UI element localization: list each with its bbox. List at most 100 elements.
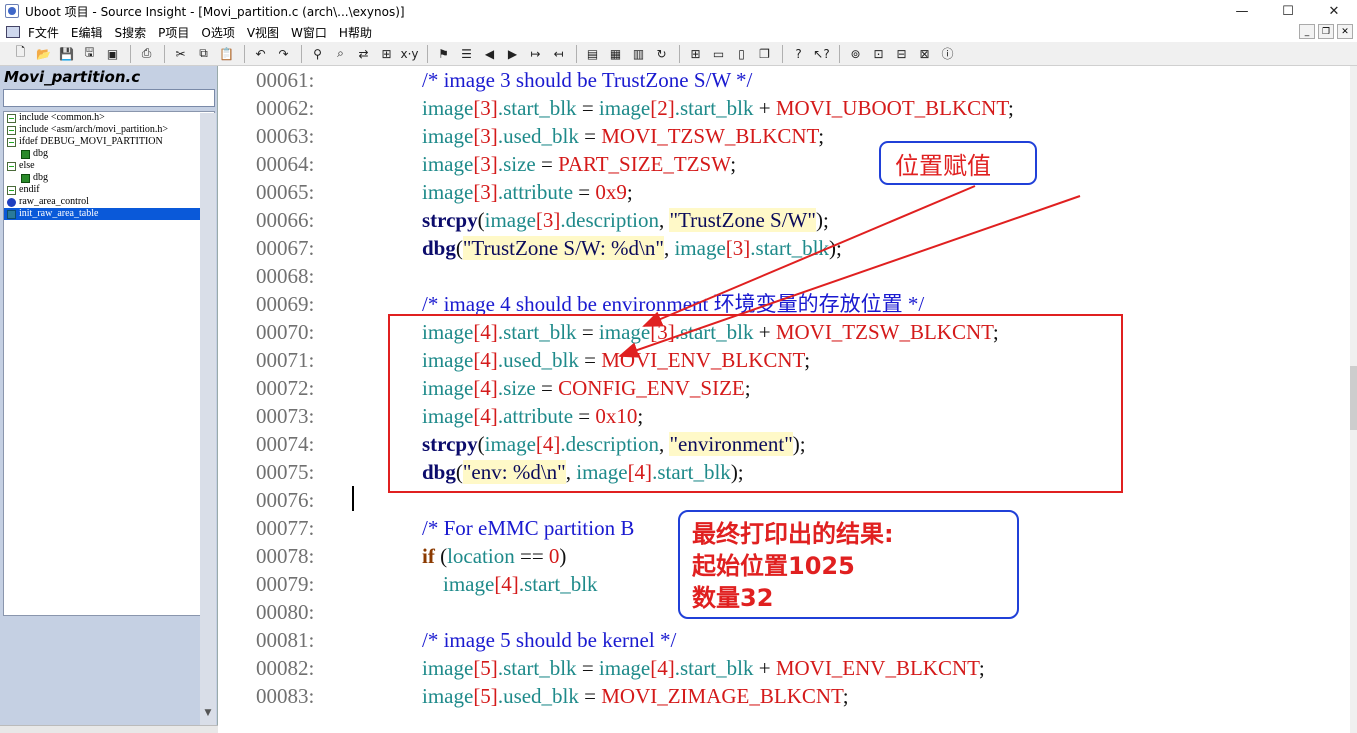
symbol-list-item[interactable]: include <asm/arch/movi_partition.h> xyxy=(4,124,214,136)
selection-margin[interactable] xyxy=(219,66,252,733)
code-token: image xyxy=(598,96,651,120)
maximize-button[interactable]: ☐ xyxy=(1265,0,1311,22)
code-token: .start_blk xyxy=(750,236,830,260)
code-token: .used_blk xyxy=(497,684,579,708)
code-line[interactable]: 00082: image[5].start_blk = image[4].sta… xyxy=(256,654,1350,682)
menu-window[interactable]: W窗口 xyxy=(291,24,327,41)
menu-options[interactable]: O选项 xyxy=(201,24,234,41)
menu-help[interactable]: H帮助 xyxy=(339,24,372,41)
code-line[interactable]: 00081: /* image 5 should be kernel */ xyxy=(256,626,1350,654)
symbol-list-item[interactable]: include <common.h> xyxy=(4,112,214,124)
replace-icon[interactable]: ⇄ xyxy=(353,45,374,63)
code-line[interactable]: 00061: /* image 3 should be TrustZone S/… xyxy=(256,66,1350,94)
line-number: 00082: xyxy=(256,656,315,680)
code-token: , xyxy=(663,236,675,260)
symbol-label: raw_area_control xyxy=(19,196,89,207)
code-line[interactable]: 00083: image[5].used_blk = MOVI_ZIMAGE_B… xyxy=(256,682,1350,710)
window-title: Uboot 项目 - Source Insight - [Movi_partit… xyxy=(25,4,405,19)
code-line[interactable]: 00064: image[3].size = PART_SIZE_TZSW; xyxy=(256,150,1350,178)
print-icon[interactable]: ⎙ xyxy=(136,45,157,63)
doc-close-button[interactable]: ✕ xyxy=(1337,24,1353,39)
code-line[interactable]: 00063: image[3].used_blk = MOVI_TZSW_BLK… xyxy=(256,122,1350,150)
context-icon[interactable]: ▦ xyxy=(605,45,626,63)
symbol-list-item[interactable]: raw_area_control xyxy=(4,196,214,208)
redo-icon[interactable]: ↷ xyxy=(273,45,294,63)
bookmark-list-icon[interactable]: ☰ xyxy=(456,45,477,63)
symbol-list-item[interactable]: dbg xyxy=(4,148,214,160)
xref-icon[interactable]: x·y xyxy=(399,45,420,63)
toolbar-separator xyxy=(576,44,577,63)
symbol-list-item[interactable]: init_raw_area_table xyxy=(4,208,214,220)
lookup-icon[interactable]: ⚲ xyxy=(307,45,328,63)
line-number: 00076: xyxy=(256,488,315,512)
split-vertical-icon[interactable]: ▯ xyxy=(731,45,752,63)
code-token: dbg xyxy=(422,236,456,260)
undo-icon[interactable]: ↶ xyxy=(250,45,271,63)
browse-icon[interactable]: ⊞ xyxy=(376,45,397,63)
whats-this-icon[interactable]: ↖? xyxy=(811,45,832,63)
cascade-icon[interactable]: ❐ xyxy=(754,45,775,63)
editor-scroll-thumb[interactable] xyxy=(1350,366,1357,430)
about-icon[interactable]: ⓘ xyxy=(937,45,958,63)
relation-window-icon[interactable]: ⊟ xyxy=(891,45,912,63)
minimize-button[interactable]: — xyxy=(1219,0,1265,22)
symbol-search-input[interactable] xyxy=(3,89,215,107)
back-icon[interactable]: ◀ xyxy=(479,45,500,63)
symbol-window: Movi_partition.c include <common.h> inclu… xyxy=(0,66,218,733)
forward-icon[interactable]: ▶ xyxy=(502,45,523,63)
browse-project-icon[interactable]: ⊡ xyxy=(868,45,889,63)
line-number: 00069: xyxy=(256,292,315,316)
search-files-icon[interactable]: ⌕ xyxy=(330,45,351,63)
doc-minimize-button[interactable]: _ xyxy=(1299,24,1315,39)
code-token: .description xyxy=(560,208,659,232)
symbol-list-item[interactable]: ifdef DEBUG_MOVI_PARTITION xyxy=(4,136,214,148)
tile-icon[interactable]: ⊞ xyxy=(685,45,706,63)
symbol-list-scrollbar[interactable] xyxy=(200,113,216,725)
doc-restore-button[interactable]: ❐ xyxy=(1318,24,1334,39)
copy-icon[interactable]: ⧉ xyxy=(193,45,214,63)
symbol-list-item[interactable]: endif xyxy=(4,184,214,196)
menu-file[interactable]: F文件 xyxy=(28,24,59,41)
code-token: = xyxy=(578,124,602,148)
code-token: = xyxy=(535,152,559,176)
function-icon xyxy=(7,209,16,219)
code-line[interactable]: 00067: dbg("TrustZone S/W: %d\n", image[… xyxy=(256,234,1350,262)
paste-icon[interactable]: 📋 xyxy=(216,45,237,63)
code-token: MOVI_UBOOT_BLKCNT xyxy=(775,96,1008,120)
split-horizontal-icon[interactable]: ▭ xyxy=(708,45,729,63)
code-line[interactable]: 00065: image[3].attribute = 0x9; xyxy=(256,178,1350,206)
code-token: ); xyxy=(829,236,842,260)
symbol-list-item[interactable]: dbg xyxy=(4,172,214,184)
symbol-window-icon[interactable]: ▤ xyxy=(582,45,603,63)
jump-icon[interactable]: ↦ xyxy=(525,45,546,63)
save-icon[interactable]: 💾 xyxy=(56,45,77,63)
code-token: [2] xyxy=(650,96,675,120)
project-icon[interactable]: ⊚ xyxy=(845,45,866,63)
code-token: image xyxy=(674,236,726,260)
bookmark-icon[interactable]: ⚑ xyxy=(433,45,454,63)
document-menu-icon[interactable] xyxy=(6,26,20,38)
menu-edit[interactable]: E编辑 xyxy=(71,24,103,41)
code-line[interactable]: 00066: strcpy(image[3].description, "Tru… xyxy=(256,206,1350,234)
menu-project[interactable]: P项目 xyxy=(158,24,189,41)
menu-view[interactable]: V视图 xyxy=(247,24,279,41)
symbol-label: init_raw_area_table xyxy=(19,208,99,219)
new-icon[interactable]: 🗋 xyxy=(10,45,31,63)
save-all-icon[interactable]: ▣ xyxy=(102,45,123,63)
code-line[interactable]: 00068: xyxy=(256,262,1350,290)
code-line[interactable]: 00062: image[3].start_blk = image[2].sta… xyxy=(256,94,1350,122)
menu-search[interactable]: S搜索 xyxy=(115,24,147,41)
open-icon[interactable]: 📂 xyxy=(33,45,54,63)
cut-icon[interactable]: ✂ xyxy=(170,45,191,63)
relation-icon[interactable]: ▥ xyxy=(628,45,649,63)
graph-icon[interactable]: ⊠ xyxy=(914,45,935,63)
save-as-icon[interactable]: 🖫 xyxy=(79,45,100,63)
jump-back-icon[interactable]: ↤ xyxy=(548,45,569,63)
editor-vertical-scrollbar[interactable] xyxy=(1350,66,1357,733)
scroll-down-arrow-icon[interactable]: ▼ xyxy=(200,708,216,725)
code-token: ( xyxy=(477,208,485,232)
symbol-list-item[interactable]: else xyxy=(4,160,214,172)
help-icon[interactable]: ? xyxy=(788,45,809,63)
sync-icon[interactable]: ↻ xyxy=(651,45,672,63)
close-button[interactable]: ✕ xyxy=(1311,0,1357,22)
